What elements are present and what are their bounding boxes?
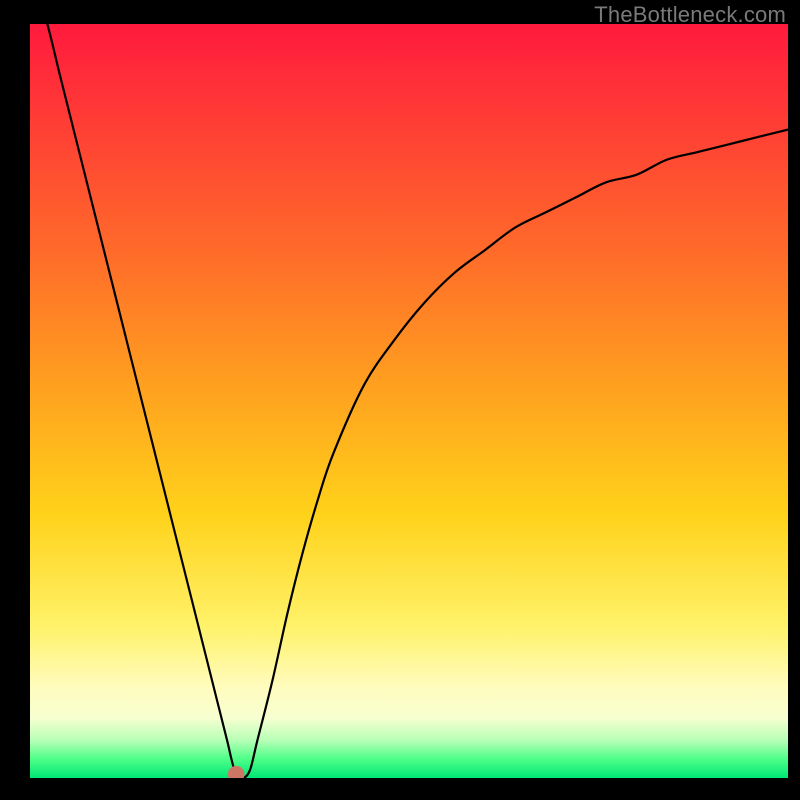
plot-area xyxy=(30,24,788,778)
chart-frame: TheBottleneck.com xyxy=(0,0,800,800)
optimum-marker xyxy=(228,766,245,778)
curve-layer xyxy=(30,24,788,778)
bottleneck-curve-path xyxy=(30,24,788,778)
